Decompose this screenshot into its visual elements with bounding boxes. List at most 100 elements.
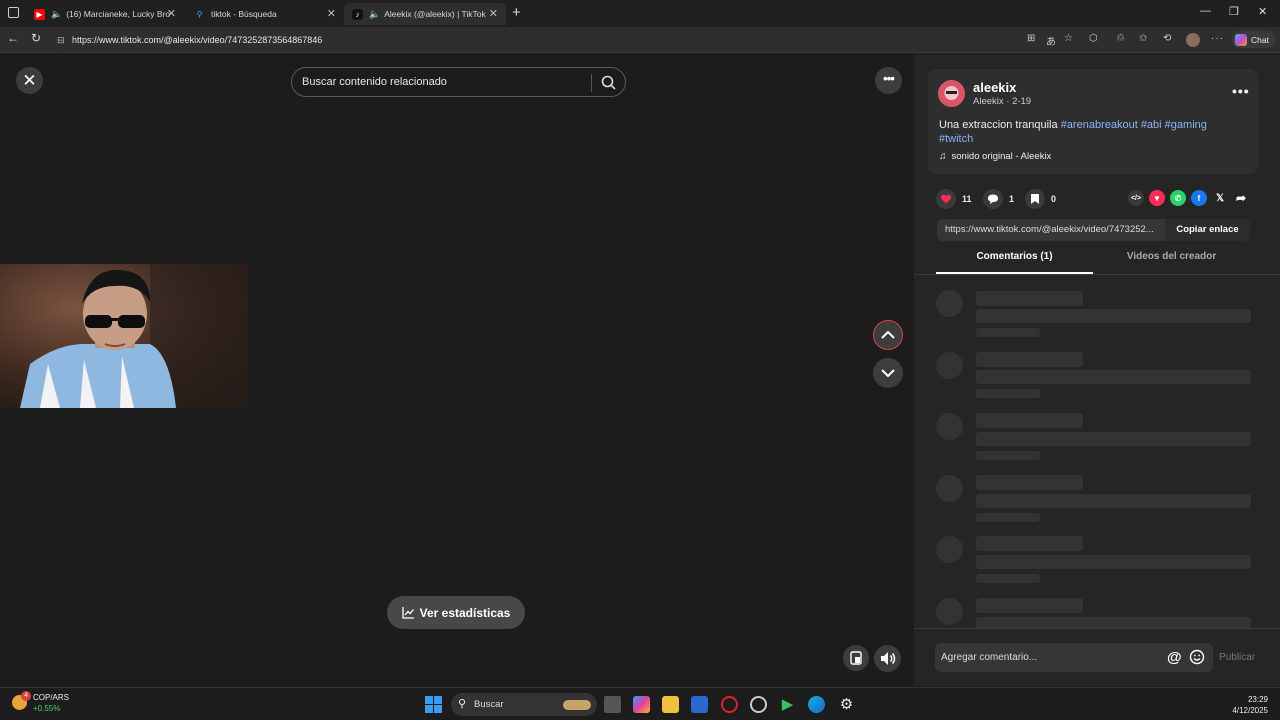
publish-button[interactable]: Publicar [1219,652,1255,663]
steelseries-icon[interactable]: ⚙ [838,696,855,713]
post-more-icon[interactable]: ••• [1232,83,1250,99]
streamer-webcam-image [0,264,248,408]
floating-player-button[interactable] [843,645,869,671]
minimize-icon[interactable]: — [1200,5,1211,17]
search-icon[interactable] [600,74,618,92]
tab-label: Aleekix (@aleekix) | TikTok [384,9,486,19]
like-count: 11 [962,194,972,204]
video-details-panel: aleekix Aleekix · 2-19 ••• Una extraccio… [914,54,1280,686]
whatsapp-icon[interactable]: ✆ [1170,190,1186,206]
view-stats-label: Ver estadísticas [419,605,511,620]
x-twitter-icon[interactable]: 𝕏 [1212,190,1228,206]
comment-input[interactable] [941,643,1161,672]
site-info-icon[interactable]: ⊟ [57,30,65,50]
opera-icon[interactable] [721,696,738,713]
search-icon: ⚲ [196,9,203,19]
copy-link-button[interactable]: Copiar enlace [1165,219,1250,241]
close-video-button[interactable]: ✕ [16,67,43,94]
refresh-icon[interactable]: ↻ [31,31,41,45]
profile-avatar-icon[interactable] [1186,33,1200,47]
caption-text: Una extraccion tranquila [939,119,1058,131]
search-highlight-icon [563,700,591,710]
copilot-label: Chat [1251,34,1269,45]
tab-comments[interactable]: Comentarios (1) [936,250,1093,274]
volume-button[interactable] [874,645,901,672]
back-icon[interactable]: ← [7,31,19,45]
close-tab-icon[interactable]: ✕ [167,7,176,20]
translate-icon[interactable]: あ [1046,33,1056,48]
share-link-text[interactable]: https://www.tiktok.com/@aleekix/video/74… [945,224,1160,235]
extensions-icon[interactable]: ⬡ [1089,33,1098,44]
creator-avatar[interactable] [938,80,965,107]
close-tab-icon[interactable]: ✕ [489,7,498,20]
search-divider [591,74,592,92]
tab-tiktok[interactable]: ♪ 🔈 Aleekix (@aleekix) | TikTok ✕ [344,3,506,25]
copilot-chat-button[interactable]: Chat [1232,31,1276,48]
emoji-icon[interactable] [1189,649,1205,665]
hashtag-link[interactable]: #gaming [1165,119,1207,131]
comment-bubble-icon [983,189,1003,209]
hashtag-link[interactable]: #arenabreakout [1061,119,1138,131]
creator-username[interactable]: aleekix [973,80,1016,95]
tab-youtube[interactable]: ▶ 🔈 (16) Marcianeke, Lucky Brown ✕ [26,3,184,25]
more-options-button[interactable]: ••• [875,67,902,94]
comment-button[interactable]: 1 [983,189,1014,209]
clock[interactable]: 23:29 4/12/2025 [1232,694,1268,716]
comment-count: 1 [1009,194,1015,204]
tab-divider [914,274,1280,275]
app-available-icon[interactable]: ⊞ [1027,33,1035,44]
share-arrow-icon[interactable]: ➦ [1233,190,1249,206]
new-tab-icon[interactable]: + [512,4,521,21]
speaker-icon: 🔈 [51,8,63,19]
ticker-change: +0.55% [33,704,61,713]
video-player-area[interactable]: ✕ ••• [0,54,914,686]
file-explorer-icon[interactable] [662,696,679,713]
related-search-input[interactable] [302,68,582,96]
taskbar-search[interactable]: ⚲ Buscar [451,693,597,716]
history-icon[interactable]: ⟲ [1163,33,1171,44]
edge-browser-icon[interactable] [808,696,825,713]
tab-actions-icon[interactable] [8,7,19,18]
microsoft-store-icon[interactable] [691,696,708,713]
clock-time: 23:29 [1247,695,1268,704]
tiktok-icon: ♪ [352,8,363,20]
settings-more-icon[interactable]: ··· [1211,33,1224,44]
chevron-down-icon [881,369,895,378]
browser-tab-bar: ▶ 🔈 (16) Marcianeke, Lucky Brown ✕ ⚲ tik… [0,0,1280,27]
copilot-app-icon[interactable] [633,696,650,713]
close-tab-icon[interactable]: ✕ [327,7,336,20]
previous-video-button[interactable] [873,320,903,350]
picture-in-picture-icon [850,651,862,665]
windows-start-icon[interactable] [425,696,442,713]
app-icon[interactable] [750,696,767,713]
browser-essentials-icon[interactable]: ♲ [1116,33,1125,44]
music-note-icon: ♫ [939,151,947,162]
facebook-icon[interactable]: f [1191,190,1207,206]
mention-at-icon[interactable]: @ [1167,649,1182,666]
comment-skeleton [914,598,1280,628]
task-view-icon[interactable] [604,696,621,713]
play-app-icon[interactable]: ▶ [779,696,796,713]
save-button[interactable]: 0 [1025,189,1056,209]
ticker-pair: COP/ARS [33,693,70,702]
embed-code-icon[interactable]: </> [1128,190,1144,206]
restore-icon[interactable]: ❐ [1229,5,1239,18]
ticker-badge: 4 [21,691,31,701]
favorites-icon[interactable]: ✩ [1139,33,1147,44]
hashtag-link[interactable]: #abi [1141,119,1162,131]
comment-divider [914,628,1280,629]
window-close-icon[interactable]: ✕ [1258,5,1267,18]
repost-send-icon[interactable]: ▼ [1149,190,1165,206]
favorite-star-icon[interactable]: ☆ [1064,33,1073,44]
tab-creator-videos[interactable]: Videos del creador [1093,250,1250,274]
hashtag-link[interactable]: #twitch [939,133,973,145]
chevron-up-icon [881,330,895,339]
share-link-box: https://www.tiktok.com/@aleekix/video/74… [937,219,1250,241]
comment-box: @ [935,643,1213,672]
like-button[interactable]: 11 [936,189,972,209]
ticker-widget[interactable]: 4 COP/ARS +0.55% [12,691,102,717]
tab-bing-search[interactable]: ⚲ tiktok - Búsqueda ✕ [186,3,344,25]
music-link[interactable]: ♫ sonido original - Aleekix [939,151,1051,162]
view-stats-button[interactable]: Ver estadísticas [387,596,525,629]
next-video-button[interactable] [873,358,903,388]
